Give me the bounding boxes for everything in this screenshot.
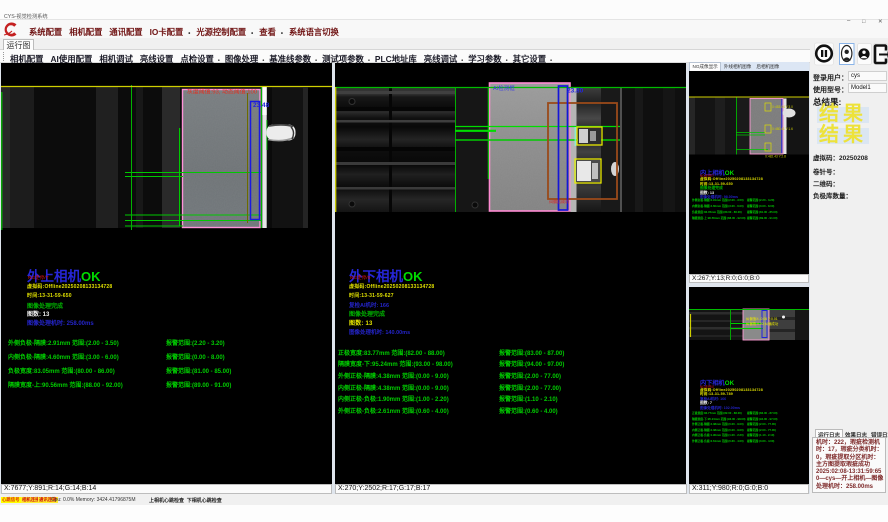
svg-text:23.80: 23.80	[567, 88, 584, 95]
svg-text:纠偏后成功: 纠偏后成功	[549, 198, 569, 204]
svg-text:纠偏角:0.03 纠偏成功: 纠偏角:0.03 纠偏成功	[746, 321, 779, 326]
svg-text:AI检测框: AI检测框	[493, 84, 515, 92]
svg-text:X:480.41 Y:1.6: X:480.41 Y:1.6	[772, 127, 793, 131]
svg-text:X:482.43 Y:2.8: X:482.43 Y:2.8	[765, 154, 786, 158]
svg-text:灰度阈值:93, 动态阈值:100: 灰度阈值:93, 动态阈值:100	[187, 88, 258, 96]
svg-text:23.48: 23.48	[253, 102, 270, 109]
svg-text:纠偏值X:-0.06 Y:0.01: 纠偏值X:-0.06 Y:0.01	[746, 316, 778, 321]
svg-text:X:483.04 Y:3.0: X:483.04 Y:3.0	[772, 105, 793, 109]
